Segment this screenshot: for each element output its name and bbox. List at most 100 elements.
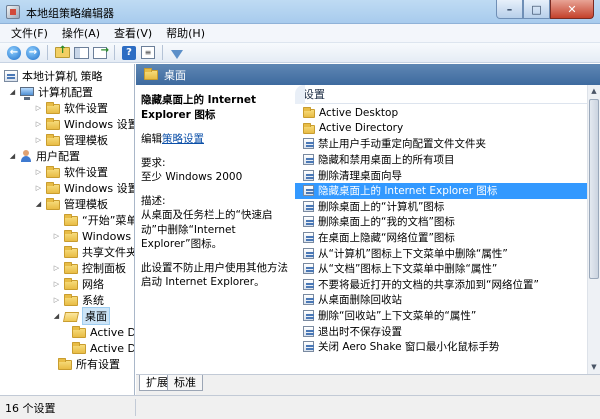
maximize-button[interactable]: □ — [523, 0, 550, 19]
expand-icon[interactable] — [52, 232, 61, 241]
folder-icon — [144, 67, 158, 80]
forward-arrow-icon: → — [26, 45, 40, 60]
tree-item-root[interactable]: 本地计算机 策略 — [4, 68, 103, 84]
forward-button[interactable]: → — [25, 45, 41, 61]
tree-item-active-desktop[interactable]: Active Desktop — [72, 324, 134, 340]
expand-icon[interactable] — [34, 168, 43, 177]
list-item-setting[interactable]: 禁止用户手动重定向配置文件文件夹 — [295, 136, 587, 152]
folder-icon — [46, 166, 60, 178]
tree-item-cc-windows[interactable]: Windows 设置 — [34, 116, 134, 132]
back-arrow-icon: ← — [7, 45, 21, 60]
tree-item-system[interactable]: 系统 — [52, 292, 104, 308]
properties-button[interactable]: ≡ — [140, 45, 156, 61]
list-item-label: 从桌面删除回收站 — [318, 294, 402, 307]
expand-icon[interactable] — [34, 136, 43, 145]
expand-icon[interactable] — [52, 264, 61, 273]
edit-policy-link[interactable]: 策略设置 — [162, 133, 204, 145]
menu-file[interactable]: 文件(F) — [4, 24, 55, 43]
list-item-label: Active Desktop — [319, 106, 399, 119]
list-item-setting[interactable]: 在桌面上隐藏“网络位置”图标 — [295, 230, 587, 246]
folder-icon — [46, 118, 60, 130]
description: 描述: 从桌面及任务栏上的“快速启动”中删除“Internet Explorer”… — [141, 194, 273, 251]
menu-action[interactable]: 操作(A) — [55, 24, 107, 43]
list-item-label: Active Directory — [319, 122, 404, 135]
folder-icon — [72, 326, 86, 338]
list-item-setting[interactable]: 删除清理桌面向导 — [295, 167, 587, 183]
list-item-setting[interactable]: 删除桌面上的“我的文档”图标 — [295, 214, 587, 230]
expand-icon[interactable] — [34, 120, 43, 129]
policy-setting-icon — [303, 278, 314, 290]
tree-item-uc-windows[interactable]: Windows 设置 — [34, 180, 134, 196]
close-button[interactable]: ✕ — [550, 0, 594, 19]
tab-standard[interactable]: 标准 — [167, 375, 203, 391]
list-item-setting[interactable]: 从“文档”图标上下文菜单中删除“属性” — [295, 261, 587, 277]
list-item-label: 关闭 Aero Shake 窗口最小化鼠标手势 — [318, 341, 500, 354]
tree-item-uc-admin[interactable]: 管理模板 — [34, 196, 108, 212]
list-item-setting[interactable]: 隐藏和禁用桌面上的所有项目 — [295, 152, 587, 168]
list-item-folder[interactable]: Active Desktop — [295, 105, 587, 121]
user-icon — [20, 150, 32, 162]
window-title: 本地组策略编辑器 — [26, 7, 114, 20]
menu-view[interactable]: 查看(V) — [107, 24, 159, 43]
policy-setting-icon — [303, 200, 314, 212]
scroll-thumb[interactable] — [589, 99, 599, 279]
list-item-folder[interactable]: Active Directory — [295, 121, 587, 137]
menu-help[interactable]: 帮助(H) — [159, 24, 212, 43]
list-item-setting[interactable]: 关闭 Aero Shake 窗口最小化鼠标手势 — [295, 339, 587, 355]
folder-icon — [64, 246, 78, 258]
tree-item-active-directory[interactable]: Active Directory — [72, 340, 134, 356]
collapse-icon[interactable] — [52, 312, 61, 321]
column-header-setting[interactable]: 设置 — [295, 85, 587, 104]
filter-button[interactable] — [169, 45, 185, 61]
tree-item-network[interactable]: 网络 — [52, 276, 104, 292]
tree-item-user-config[interactable]: 用户配置 — [8, 148, 80, 164]
list-item-label: 删除“回收站”上下文菜单的“属性” — [318, 310, 477, 323]
title-bar: 本地组策略编辑器 – □ ✕ — [0, 0, 600, 24]
list-item-label: 从“计算机”图标上下文菜单中删除“属性” — [318, 247, 508, 260]
tree-item-desktop[interactable]: 桌面 — [52, 307, 110, 325]
tree-item-cc-software[interactable]: 软件设置 — [34, 100, 108, 116]
collapse-icon[interactable] — [8, 88, 17, 97]
tree-item-cc-admin[interactable]: 管理模板 — [34, 132, 108, 148]
list-item-setting[interactable]: 退出时不保存设置 — [295, 323, 587, 339]
list-item-label: 退出时不保存设置 — [318, 325, 402, 338]
tree-item-computer-config[interactable]: 计算机配置 — [8, 84, 93, 100]
expand-icon[interactable] — [52, 296, 61, 305]
list-item-setting[interactable]: 删除“回收站”上下文菜单的“属性” — [295, 308, 587, 324]
back-button[interactable]: ← — [6, 45, 22, 61]
tree-item-uc-software[interactable]: 软件设置 — [34, 164, 108, 180]
policy-setting-icon — [303, 169, 314, 181]
tree-item-shared-folders[interactable]: 共享文件夹 — [52, 244, 134, 260]
folder-icon — [72, 342, 86, 354]
list-item-setting[interactable]: 删除桌面上的“计算机”图标 — [295, 199, 587, 215]
collapse-icon[interactable] — [8, 152, 17, 161]
list-item-setting[interactable]: 不要将最近打开的文档的共享添加到“网络位置” — [295, 277, 587, 293]
list-item-setting[interactable]: 从“计算机”图标上下文菜单中删除“属性” — [295, 245, 587, 261]
tree-item-control-panel[interactable]: 控制面板 — [52, 260, 126, 276]
scroll-down-icon[interactable]: ▼ — [588, 361, 600, 374]
window-controls: – □ ✕ — [496, 0, 594, 20]
console-tree[interactable]: 本地计算机 策略 计算机配置 软件设置 Windows 设置 管理模板 用户配置… — [0, 64, 135, 395]
tree-item-all-settings[interactable]: 所有设置 — [58, 356, 120, 372]
description-panel: 隐藏桌面上的 Internet Explorer 图标 编辑策略设置 要求: 至少… — [136, 85, 295, 374]
scroll-up-icon[interactable]: ▲ — [588, 85, 600, 98]
list-item-label: 删除清理桌面向导 — [318, 169, 402, 182]
up-level-button[interactable] — [54, 45, 70, 61]
description-note: 此设置不防止用户使用其他方法启动 Internet Explorer。 — [141, 261, 288, 289]
tree-item-start-menu[interactable]: “开始”菜单和任务栏 — [52, 212, 134, 228]
settings-list[interactable]: 设置 Active Desktop Active Directory 禁止用户手动重… — [295, 85, 587, 374]
list-item-setting[interactable]: 从桌面删除回收站 — [295, 292, 587, 308]
help-button[interactable]: ? — [121, 45, 137, 61]
collapse-icon[interactable] — [34, 200, 43, 209]
vertical-scrollbar[interactable]: ▲ ▼ — [587, 85, 600, 374]
minimize-button[interactable]: – — [496, 0, 523, 19]
export-list-button[interactable] — [92, 45, 109, 61]
tree-item-windows-components[interactable]: Windows 组件 — [52, 228, 134, 244]
expand-icon[interactable] — [34, 104, 43, 113]
expand-icon[interactable] — [52, 280, 61, 289]
folder-open-icon — [62, 312, 80, 322]
export-icon — [93, 45, 109, 59]
show-hide-tree-button[interactable] — [73, 45, 89, 61]
expand-icon[interactable] — [34, 184, 43, 193]
list-item-setting[interactable]: 隐藏桌面上的 Internet Explorer 图标 — [295, 183, 587, 199]
